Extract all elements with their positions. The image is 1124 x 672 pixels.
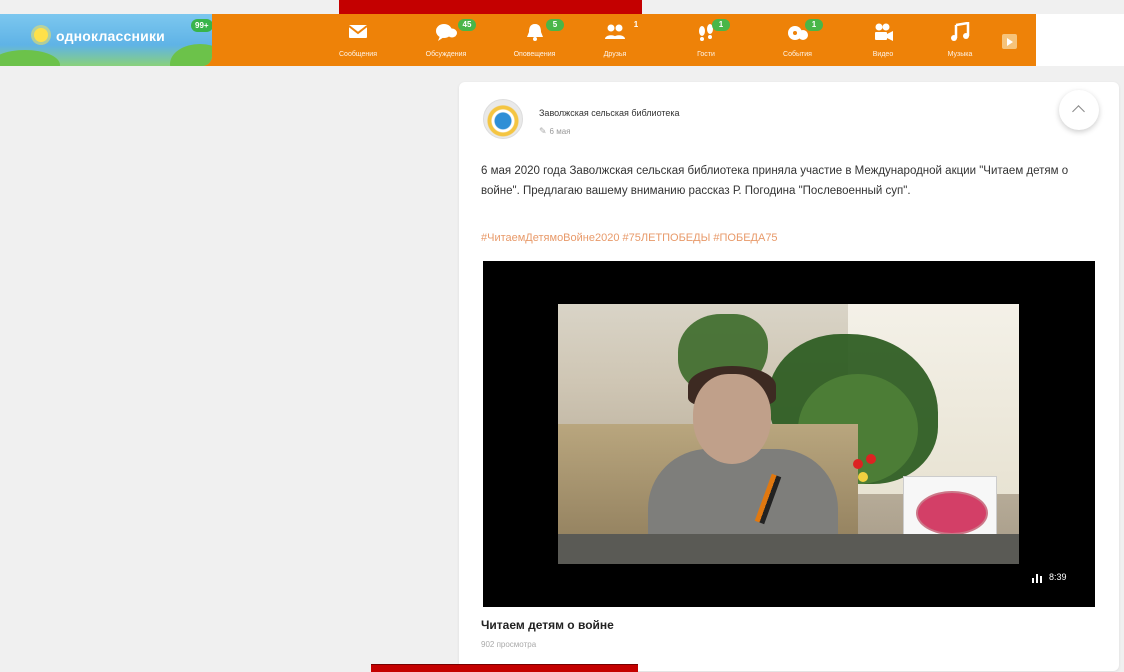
logo-hill bbox=[170, 44, 212, 66]
quality-icon[interactable] bbox=[1032, 574, 1044, 583]
nav-video[interactable]: Видео bbox=[853, 14, 913, 66]
left-pane bbox=[0, 66, 458, 671]
nav-guests[interactable]: 1 Гости bbox=[676, 14, 736, 66]
thumb-table bbox=[558, 534, 1019, 564]
logo-hill bbox=[0, 50, 60, 66]
nav-discussions[interactable]: 45 Обсуждения bbox=[411, 14, 481, 66]
toolbar-gap bbox=[1036, 14, 1124, 66]
nav-messages[interactable]: Сообщения bbox=[323, 14, 393, 66]
thumb-flowers bbox=[848, 454, 888, 534]
sun-icon bbox=[34, 28, 48, 42]
nav-events[interactable]: 1 События bbox=[765, 14, 830, 66]
thumb-person-head bbox=[693, 374, 771, 464]
video-title[interactable]: Читаем детям о войне bbox=[481, 618, 614, 632]
nav-friends[interactable]: 1 Друзья bbox=[585, 14, 645, 66]
logo-badge: 99+ bbox=[191, 19, 212, 32]
video-camera-icon bbox=[875, 23, 893, 41]
play-icon[interactable] bbox=[1002, 34, 1017, 49]
video-views: 902 просмотра bbox=[481, 640, 537, 649]
nav-label: Гости bbox=[697, 51, 715, 58]
post-hashtags[interactable]: #ЧитаемДетямоВойне2020 #75ЛЕТПОБЕДЫ #ПОБ… bbox=[481, 232, 778, 244]
nav-badge: 1 bbox=[712, 19, 730, 31]
nav-badge: 5 bbox=[546, 19, 564, 31]
post-date-text: 6 мая bbox=[549, 127, 571, 136]
post-text: 6 мая 2020 года Заволжская сельская библ… bbox=[481, 165, 1069, 197]
video-duration: 8:39 bbox=[1049, 572, 1067, 582]
bell-icon bbox=[526, 24, 543, 41]
pencil-icon: ✎ bbox=[539, 126, 547, 136]
post-author[interactable]: Заволжская сельская библиотека bbox=[539, 108, 680, 118]
nav-label: Музыка bbox=[947, 51, 973, 58]
music-note-icon bbox=[951, 22, 970, 41]
envelope-icon bbox=[348, 25, 368, 38]
nav-label: События bbox=[783, 51, 812, 58]
logo-text: одноклассники bbox=[56, 28, 165, 44]
chat-bubbles-icon bbox=[436, 24, 457, 41]
nav-badge: 1 bbox=[805, 19, 823, 31]
feed-post: Заволжская сельская библиотека ✎ 6 мая 6 … bbox=[459, 82, 1119, 671]
nav-music[interactable]: Музыка bbox=[930, 14, 990, 66]
nav-badge: 45 bbox=[458, 19, 476, 31]
nav-label: Обсуждения bbox=[425, 51, 467, 58]
nav-label: Друзья bbox=[603, 51, 627, 58]
nav-notifications[interactable]: 5 Оповещения bbox=[497, 14, 572, 66]
author-avatar[interactable] bbox=[483, 99, 523, 139]
collapse-button[interactable] bbox=[1059, 90, 1099, 130]
logo[interactable]: одноклассники 99+ bbox=[0, 14, 212, 66]
red-strip-top bbox=[339, 0, 642, 14]
post-date: ✎ 6 мая bbox=[539, 126, 571, 137]
nav-badge: 1 bbox=[633, 20, 639, 29]
friends-icon bbox=[605, 24, 625, 39]
video-player[interactable]: 8:39 bbox=[483, 261, 1095, 607]
nav-label: Сообщения bbox=[339, 51, 377, 58]
top-toolbar: одноклассники 99+ Сообщения 45 Обсуждени… bbox=[0, 14, 1036, 66]
nav-label: Оповещения bbox=[513, 51, 556, 58]
nav-label: Видео bbox=[872, 51, 894, 58]
video-thumbnail bbox=[558, 304, 1019, 564]
